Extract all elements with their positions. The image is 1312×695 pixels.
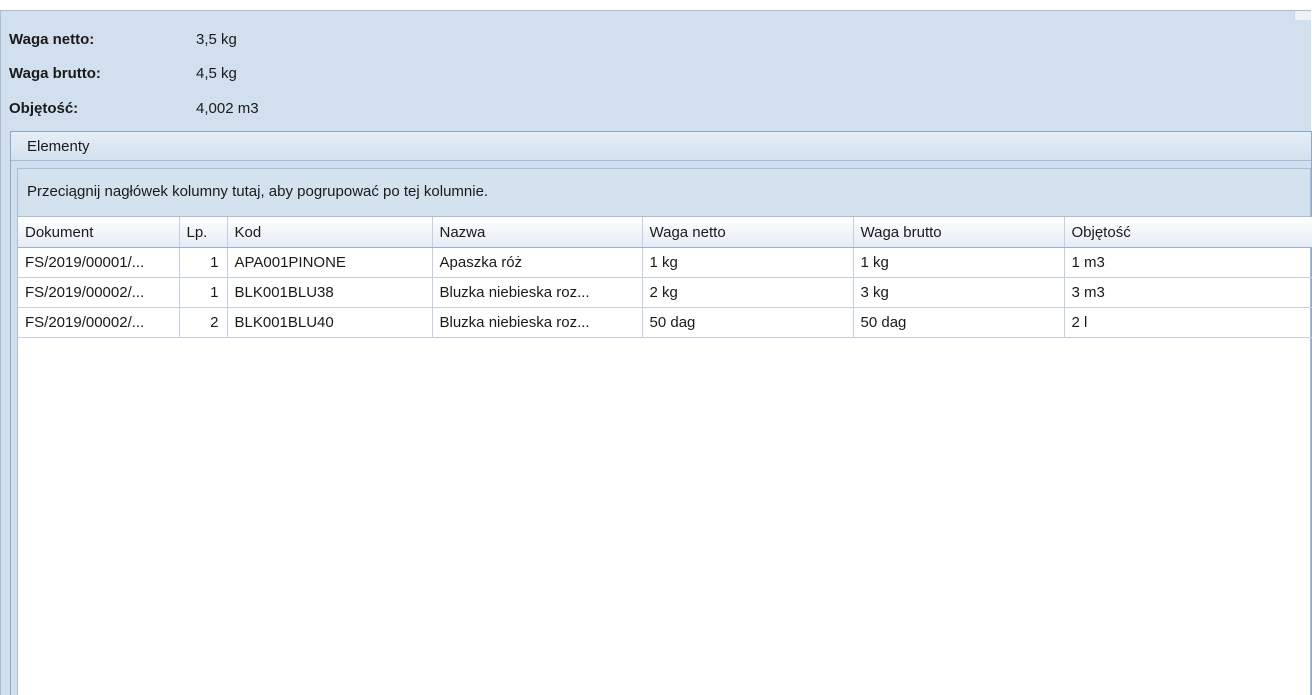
column-header-dokument[interactable]: Dokument xyxy=(18,217,180,248)
cell-waga-netto[interactable]: 50 dag xyxy=(642,307,854,338)
table-row[interactable]: FS/2019/00002/... 1 BLK001BLU38 Bluzka n… xyxy=(18,277,1312,308)
cell-lp[interactable]: 2 xyxy=(179,307,228,338)
elements-table: Dokument Lp. Kod Nazwa Waga netto Waga b… xyxy=(18,217,1312,338)
elements-grid[interactable]: Dokument Lp. Kod Nazwa Waga netto Waga b… xyxy=(17,216,1312,695)
column-header-lp[interactable]: Lp. xyxy=(179,217,228,248)
gross-weight-value: 4,5 kg xyxy=(196,65,237,82)
cell-objetosc[interactable]: 3 m3 xyxy=(1064,277,1312,308)
cell-lp[interactable]: 1 xyxy=(179,247,228,278)
cell-dokument[interactable]: FS/2019/00001/... xyxy=(18,247,180,278)
cell-kod[interactable]: BLK001BLU38 xyxy=(227,277,433,308)
cell-waga-brutto[interactable]: 1 kg xyxy=(853,247,1065,278)
column-header-kod[interactable]: Kod xyxy=(227,217,433,248)
cell-waga-brutto[interactable]: 50 dag xyxy=(853,307,1065,338)
document-weight-window: Waga netto: 3,5 kg Waga brutto: 4,5 kg O… xyxy=(0,10,1312,695)
elements-group-header[interactable]: Elementy xyxy=(11,132,1311,161)
column-header-waga-brutto[interactable]: Waga brutto xyxy=(853,217,1065,248)
window-corner-grip xyxy=(1294,11,1311,20)
column-header-nazwa[interactable]: Nazwa xyxy=(432,217,643,248)
group-by-panel[interactable]: Przeciągnij nagłówek kolumny tutaj, aby … xyxy=(17,168,1311,216)
table-row[interactable]: FS/2019/00001/... 1 APA001PINONE Apaszka… xyxy=(18,247,1312,278)
table-row[interactable]: FS/2019/00002/... 2 BLK001BLU40 Bluzka n… xyxy=(18,307,1312,338)
cell-nazwa[interactable]: Apaszka róż xyxy=(432,247,643,278)
cell-waga-brutto[interactable]: 3 kg xyxy=(853,277,1065,308)
table-header-row: Dokument Lp. Kod Nazwa Waga netto Waga b… xyxy=(18,217,1312,248)
cell-nazwa[interactable]: Bluzka niebieska roz... xyxy=(432,277,643,308)
volume-value: 4,002 m3 xyxy=(196,100,259,117)
cell-dokument[interactable]: FS/2019/00002/... xyxy=(18,307,180,338)
cell-waga-netto[interactable]: 2 kg xyxy=(642,277,854,308)
cell-waga-netto[interactable]: 1 kg xyxy=(642,247,854,278)
cell-nazwa[interactable]: Bluzka niebieska roz... xyxy=(432,307,643,338)
cell-objetosc[interactable]: 2 l xyxy=(1064,307,1312,338)
cell-kod[interactable]: APA001PINONE xyxy=(227,247,433,278)
net-weight-value: 3,5 kg xyxy=(196,31,237,48)
net-weight-label: Waga netto: xyxy=(9,31,95,48)
column-header-objetosc[interactable]: Objętość xyxy=(1064,217,1312,248)
volume-label: Objętość: xyxy=(9,100,79,117)
gross-weight-label: Waga brutto: xyxy=(9,65,101,82)
cell-lp[interactable]: 1 xyxy=(179,277,228,308)
cell-dokument[interactable]: FS/2019/00002/... xyxy=(18,277,180,308)
cell-kod[interactable]: BLK001BLU40 xyxy=(227,307,433,338)
column-header-waga-netto[interactable]: Waga netto xyxy=(642,217,854,248)
elements-group: Elementy Przeciągnij nagłówek kolumny tu… xyxy=(10,131,1312,695)
cell-objetosc[interactable]: 1 m3 xyxy=(1064,247,1312,278)
